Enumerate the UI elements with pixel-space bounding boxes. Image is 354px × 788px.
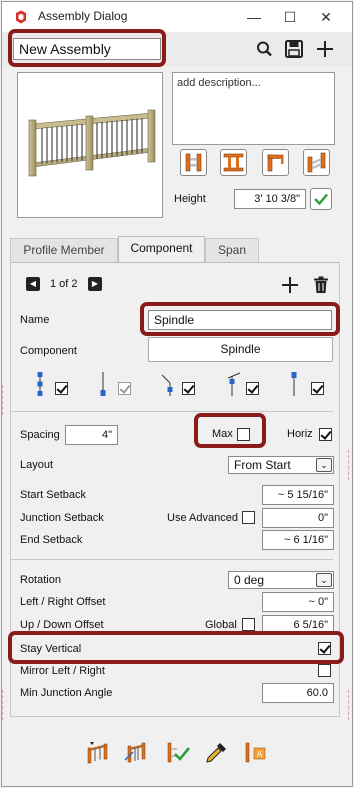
ud-offset-label: Up / Down Offset (20, 619, 104, 631)
post-rail-icon (185, 153, 202, 172)
accept-icon[interactable] (165, 740, 191, 766)
spindle-full-height-icon[interactable] (34, 371, 52, 397)
global-checkbox[interactable] (242, 618, 255, 631)
name-label: Name (20, 314, 50, 326)
component-select-button[interactable]: Spindle (148, 337, 333, 362)
spindle-top-checkbox[interactable] (311, 382, 324, 395)
end-setback-label: End Setback (20, 534, 83, 546)
spindle-bottom-icon[interactable] (97, 371, 115, 397)
highlight-max-checkbox (194, 413, 266, 448)
search-icon[interactable] (255, 40, 275, 58)
start-setback-input[interactable]: ~ 5 15/16" (262, 485, 334, 505)
spindle-top-angle-checkbox[interactable] (246, 382, 259, 395)
highlight-stay-vertical (8, 631, 344, 664)
assembly-preview-image (17, 72, 163, 218)
rotation-label: Rotation (20, 574, 61, 586)
rotation-select[interactable]: 0 deg ⌄ (228, 571, 334, 589)
tab-profile-member[interactable]: Profile Member (10, 238, 118, 262)
profile-stair-button[interactable] (303, 149, 330, 176)
close-button[interactable]: ✕ (314, 6, 338, 28)
tab-bar: Profile Member Component Span (10, 236, 340, 263)
spindle-top-angle-icon[interactable] (226, 371, 244, 397)
component-label: Component (20, 345, 77, 357)
lr-offset-input[interactable]: ~ 0" (262, 592, 334, 612)
profile-post-rail-button[interactable] (180, 149, 207, 176)
global-label: Global (205, 619, 237, 631)
separator (11, 559, 333, 560)
description-textarea[interactable]: add description... (172, 72, 335, 145)
draw-railing-icon[interactable] (85, 740, 111, 766)
highlight-assembly-name (8, 29, 166, 67)
spindle-top-icon[interactable] (288, 371, 306, 397)
add-icon[interactable] (315, 40, 335, 58)
layout-label: Layout (20, 459, 54, 471)
guide-line (348, 690, 349, 720)
tab-span[interactable]: Span (205, 238, 259, 262)
start-setback-label: Start Setback (20, 489, 87, 501)
tab-component[interactable]: Component (118, 236, 205, 263)
eyedropper-icon[interactable] (203, 740, 229, 766)
lr-offset-label: Left / Right Offset (20, 596, 106, 608)
min-junction-angle-label: Min Junction Angle (20, 687, 113, 699)
spacing-input[interactable]: 4" (65, 425, 118, 445)
profile-beam-button[interactable] (220, 149, 247, 176)
height-accept-button[interactable] (310, 188, 332, 210)
profile-corner-button[interactable] (262, 149, 289, 176)
window-title: Assembly Dialog (38, 9, 128, 23)
rotation-value: 0 deg (234, 573, 265, 587)
mirror-label: Mirror Left / Right (20, 665, 105, 677)
layout-value: From Start (234, 458, 291, 472)
guide-line (2, 690, 3, 720)
maximize-button[interactable]: ☐ (278, 6, 302, 28)
minimize-button[interactable]: — (242, 6, 266, 28)
end-setback-input[interactable]: ~ 6 1/16" (262, 530, 334, 550)
horiz-label: Horiz (287, 428, 313, 440)
spindle-angle-icon[interactable] (160, 371, 178, 397)
title-bar: Assembly Dialog — ☐ ✕ (2, 2, 352, 32)
green-check-icon (314, 193, 328, 206)
height-label: Height (174, 193, 206, 205)
trash-icon[interactable] (313, 276, 329, 294)
min-junction-angle-input[interactable]: 60.0 (262, 683, 334, 703)
next-component-button[interactable]: ▶ (88, 277, 102, 291)
corner-icon (267, 154, 284, 172)
railing-preview-icon (28, 109, 156, 177)
beam-icon (223, 153, 244, 172)
edit-path-icon[interactable] (124, 740, 150, 766)
use-advanced-checkbox[interactable] (242, 511, 255, 524)
spindle-angle-checkbox[interactable] (182, 382, 195, 395)
mirror-checkbox[interactable] (318, 664, 331, 677)
guide-line (2, 385, 3, 415)
chevron-down-icon: ⌄ (316, 573, 332, 587)
separator (11, 411, 333, 412)
component-page-indicator: 1 of 2 (50, 278, 78, 290)
spacing-label: Spacing (20, 429, 60, 441)
label-icon[interactable]: A (243, 740, 269, 766)
save-icon[interactable] (284, 40, 304, 58)
chevron-down-icon: ⌄ (316, 458, 332, 472)
sketchup-logo-icon (16, 10, 26, 24)
spindle-full-height-checkbox[interactable] (55, 382, 68, 395)
add-component-icon[interactable] (281, 276, 299, 294)
horiz-checkbox[interactable] (319, 428, 332, 441)
svg-text:A: A (257, 750, 263, 759)
junction-setback-label: Junction Setback (20, 512, 104, 524)
highlight-name-field (140, 302, 340, 336)
prev-component-button[interactable]: ◀ (26, 277, 40, 291)
height-input[interactable]: 3' 10 3/8" (234, 189, 306, 209)
guide-line (348, 450, 349, 480)
junction-setback-input[interactable]: 0" (262, 508, 334, 528)
layout-select[interactable]: From Start ⌄ (228, 456, 334, 474)
use-advanced-label: Use Advanced (167, 512, 238, 524)
spindle-bottom-checkbox[interactable] (118, 382, 131, 395)
stair-rail-icon (307, 152, 326, 173)
